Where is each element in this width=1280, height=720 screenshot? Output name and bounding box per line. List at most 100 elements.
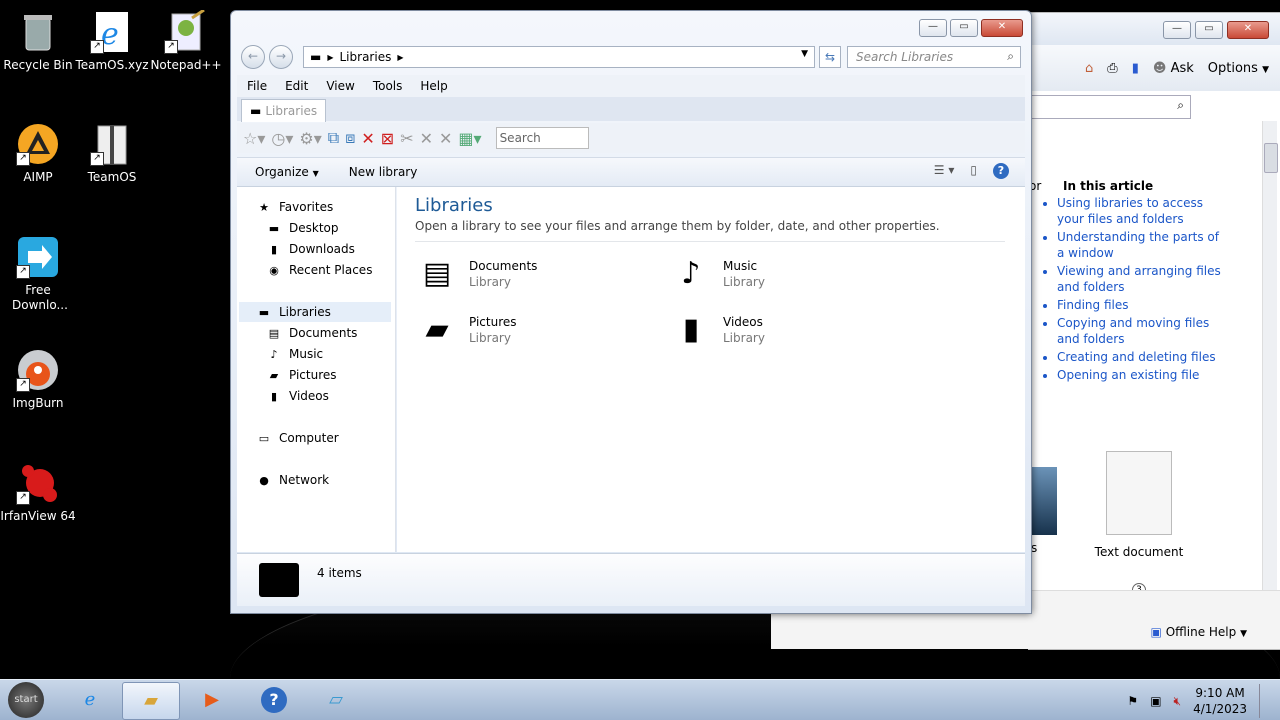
change-view-icon[interactable]: ☰ ▾ [934, 163, 955, 179]
help-scrollbar[interactable] [1262, 121, 1278, 591]
taskbar-internet-explorer[interactable]: e [62, 682, 118, 718]
address-bar[interactable]: ▬ ▶ Libraries ▶ ▼ [303, 46, 815, 68]
start-button[interactable]: start [8, 682, 44, 718]
network-tray-icon[interactable]: ▣ [1150, 694, 1161, 708]
pictures-icon: ▰ [269, 368, 279, 382]
back-button[interactable]: ← [241, 45, 265, 69]
nav-recent-places[interactable]: ◉ Recent Places [267, 260, 372, 280]
desktop-icon-teamos[interactable]: ↗ TeamOS [74, 122, 150, 185]
nav-documents[interactable]: ▤ Documents [267, 323, 358, 343]
toolbar-search-input[interactable]: Search [495, 127, 589, 149]
clear-icon[interactable]: ✕ [420, 129, 433, 148]
article-link[interactable]: Creating and deleting files [1057, 349, 1227, 365]
breadcrumb-libraries[interactable]: Libraries [340, 50, 392, 64]
article-link[interactable]: Using libraries to access your files and… [1057, 195, 1227, 227]
libraries-icon: ▬ [258, 305, 270, 319]
settings-gear-icon[interactable]: ⚙▾ [299, 129, 321, 148]
shortcut-arrow-icon: ↗ [16, 378, 30, 392]
history-icon[interactable]: ◷▾ [271, 129, 293, 148]
nav-music[interactable]: ♪ Music [267, 344, 323, 364]
new-library-button[interactable]: New library [349, 165, 418, 179]
article-link[interactable]: Opening an existing file [1057, 367, 1227, 383]
article-link[interactable]: Understanding the parts of a window [1057, 229, 1227, 261]
library-item-music[interactable]: ♪ Music Library [669, 253, 899, 295]
address-dropdown-icon[interactable]: ▼ [801, 49, 808, 59]
nav-downloads[interactable]: ▮ Downloads [267, 239, 355, 259]
article-link[interactable]: Copying and moving files and folders [1057, 315, 1227, 347]
organize-button[interactable]: Organize ▼ [255, 165, 319, 179]
delete-permanently-icon[interactable]: ⊠ [381, 129, 394, 148]
article-link[interactable]: Finding files [1057, 297, 1227, 313]
article-link[interactable]: Viewing and arranging files and folders [1057, 263, 1227, 295]
offline-help-button[interactable]: ▣ Offline Help ▼ [1151, 625, 1247, 639]
help-maximize-button[interactable]: ▭ [1195, 21, 1223, 39]
menu-help[interactable]: Help [420, 79, 447, 93]
menu-edit[interactable]: Edit [285, 79, 308, 93]
options-button[interactable]: Options ▼ [1208, 61, 1269, 76]
ask-button[interactable]: ☻ Ask [1153, 61, 1194, 76]
volume-muted-icon[interactable]: 🔇︎ [1174, 694, 1182, 709]
search-input[interactable]: Search Libraries ⌕ [847, 46, 1021, 68]
nav-pictures[interactable]: ▰ Pictures [267, 365, 337, 385]
nav-favorites[interactable]: ★ Favorites [257, 197, 333, 217]
nav-videos[interactable]: ▮ Videos [267, 386, 329, 406]
desktop-icon-recycle-bin[interactable]: Recycle Bin [0, 10, 76, 73]
taskbar-notepad[interactable]: ▱ [308, 682, 364, 718]
nav-libraries[interactable]: ▬ Libraries [239, 302, 391, 322]
library-item-documents[interactable]: ▤ Documents Library [415, 253, 645, 295]
help-icon[interactable]: ? [993, 163, 1009, 179]
flag-icon[interactable]: ⚑ [1127, 694, 1138, 708]
taskbar-help[interactable]: ? [246, 682, 302, 718]
refresh-button[interactable]: ⇆ [819, 46, 841, 68]
preview-pane-icon[interactable]: ▯ [970, 163, 977, 179]
menu-tools[interactable]: Tools [373, 79, 403, 93]
desktop-icon-irfanview[interactable]: ↗ IrfanView 64 [0, 461, 76, 524]
views-grid-icon[interactable]: ▦▾ [458, 129, 481, 148]
desktop-icon-label: Recycle Bin [3, 58, 73, 72]
move-to-icon[interactable]: ⧈ [345, 128, 355, 148]
close-button[interactable]: ✕ [981, 19, 1023, 37]
menu-file[interactable]: File [247, 79, 267, 93]
delete-icon[interactable]: ✕ [361, 129, 374, 148]
internet-explorer-icon: e [84, 689, 96, 710]
breadcrumb-chevron-icon[interactable]: ▶ [397, 53, 403, 62]
nav-network[interactable]: ● Network [257, 470, 329, 490]
library-kind: Library [723, 331, 765, 345]
taskbar-explorer[interactable]: ▰ [122, 682, 180, 720]
favorite-star-icon[interactable]: ☆▾ [243, 129, 265, 148]
menu-view[interactable]: View [326, 79, 354, 93]
print-icon[interactable]: ⎙ [1107, 61, 1117, 76]
item-count: 4 items [317, 566, 362, 580]
remove-icon[interactable]: ✕ [439, 129, 452, 148]
taskbar-media-player[interactable]: ▶ [184, 682, 240, 718]
notepad-icon: ▱ [329, 689, 343, 710]
nav-computer[interactable]: ▭ Computer [257, 428, 339, 448]
desktop-icon-imgburn[interactable]: ↗ ImgBurn [0, 348, 76, 411]
computer-icon: ▭ [258, 431, 270, 445]
navigation-pane: ★ Favorites ▬ Desktop ▮ Downloads ◉ Recent P… [237, 187, 396, 552]
desktop-icon-notepad-plus-plus[interactable]: ↗ Notepad++ [148, 8, 224, 73]
maximize-button[interactable]: ▭ [950, 19, 978, 37]
help-close-button[interactable]: ✕ [1227, 21, 1269, 39]
desktop-icon-aimp[interactable]: ↗ AIMP [0, 122, 76, 185]
scrollbar-thumb[interactable] [1264, 143, 1278, 173]
help-minimize-button[interactable]: — [1163, 21, 1191, 39]
help-search-input[interactable]: ⌕ [1029, 95, 1191, 119]
free-download-manager-icon: ↗ [16, 235, 60, 279]
browse-book-icon[interactable]: ▮ [1132, 61, 1139, 76]
article-links: Using libraries to access your files and… [1043, 195, 1227, 385]
minimize-button[interactable]: — [919, 19, 947, 37]
tab-libraries[interactable]: ▬ Libraries [241, 99, 327, 122]
desktop-icon-free-download-manager[interactable]: ↗ Free Downlo... [0, 235, 76, 313]
nav-desktop[interactable]: ▬ Desktop [267, 218, 339, 238]
forward-button[interactable]: → [269, 45, 293, 69]
shortcut-arrow-icon: ↗ [16, 491, 30, 505]
library-item-pictures[interactable]: ▰ Pictures Library [415, 309, 645, 351]
copy-to-icon[interactable]: ⧉ [328, 128, 339, 148]
cut-icon[interactable]: ✂ [400, 129, 413, 148]
home-icon[interactable]: ⌂ [1085, 61, 1093, 76]
library-item-videos[interactable]: ▮ Videos Library [669, 309, 899, 351]
clock[interactable]: 9:10 AM 4/1/2023 [1193, 685, 1247, 717]
desktop-icon-teamos-xyz[interactable]: e ↗ TeamOS.xyz [74, 10, 150, 73]
show-desktop-button[interactable] [1259, 684, 1270, 718]
